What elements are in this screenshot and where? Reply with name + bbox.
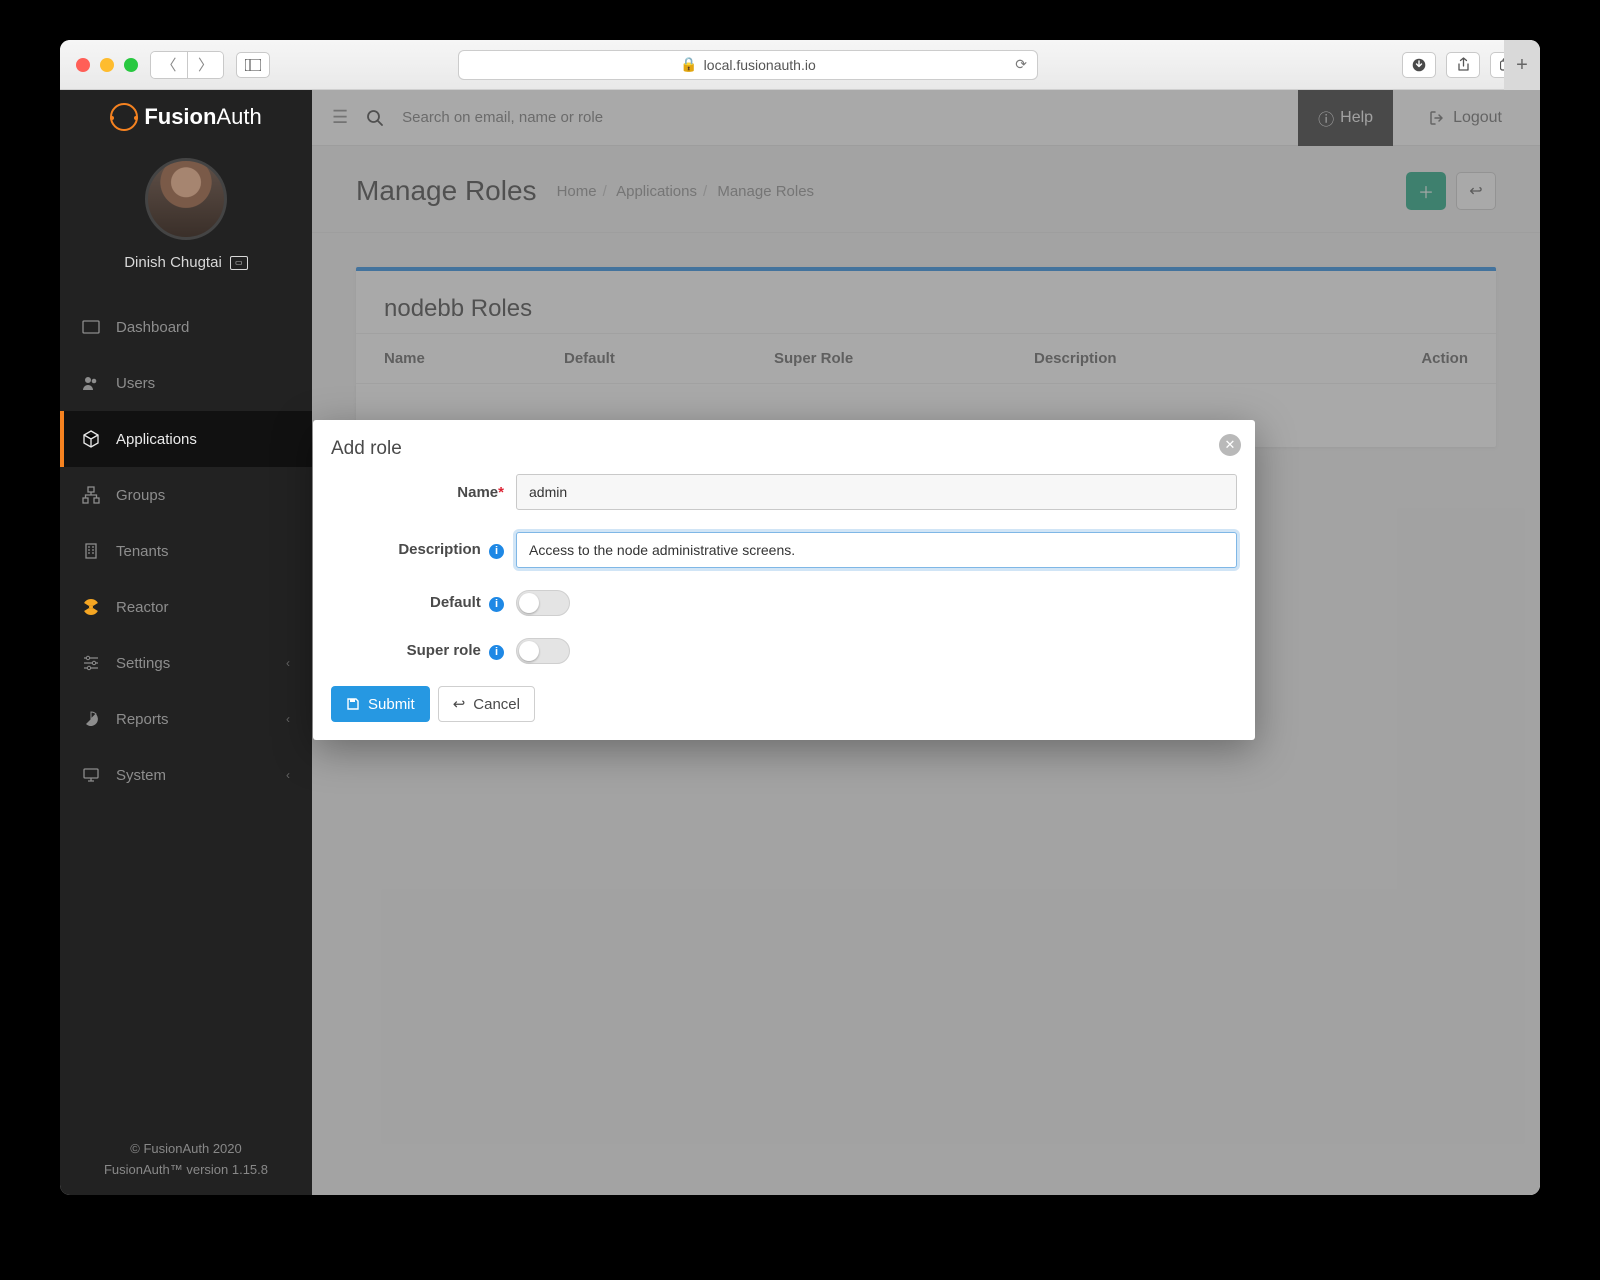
building-icon bbox=[82, 542, 100, 560]
refresh-icon[interactable]: ⟳ bbox=[1015, 56, 1027, 73]
nav-buttons: 〈 〉 bbox=[150, 51, 224, 79]
username: Dinish Chugtai ▭ bbox=[124, 254, 248, 271]
brand-text: FusionAuth bbox=[144, 104, 261, 130]
add-role-modal: ✕ Add role Name* Description i Default i… bbox=[313, 420, 1255, 740]
address-bar[interactable]: 🔒 local.fusionauth.io ⟳ bbox=[458, 50, 1038, 80]
label-default: Default i bbox=[331, 594, 516, 612]
info-icon[interactable]: i bbox=[489, 597, 504, 612]
sidebar-footer: © FusionAuth 2020 FusionAuth™ version 1.… bbox=[60, 1125, 312, 1195]
sidebar-item-tenants[interactable]: Tenants bbox=[60, 523, 312, 579]
modal-title: Add role bbox=[331, 438, 1237, 460]
back-button[interactable]: 〈 bbox=[151, 52, 187, 78]
description-field[interactable] bbox=[516, 532, 1237, 568]
name-field[interactable] bbox=[516, 474, 1237, 510]
version-text: FusionAuth™ version 1.15.8 bbox=[60, 1160, 312, 1181]
sidebar-item-label: Dashboard bbox=[116, 319, 189, 336]
sidebar-item-users[interactable]: Users bbox=[60, 355, 312, 411]
downloads-button[interactable] bbox=[1402, 52, 1436, 78]
chevron-left-icon: ‹ bbox=[286, 712, 290, 726]
save-icon bbox=[346, 697, 360, 711]
forward-button[interactable]: 〉 bbox=[187, 52, 223, 78]
lock-icon: 🔒 bbox=[680, 56, 697, 73]
sidebar-item-label: Settings bbox=[116, 655, 170, 672]
new-tab-button[interactable]: + bbox=[1504, 40, 1540, 90]
chevron-left-icon: ‹ bbox=[286, 768, 290, 782]
minimize-window-icon[interactable] bbox=[100, 58, 114, 72]
submit-label: Submit bbox=[368, 696, 415, 713]
label-description: Description i bbox=[331, 541, 516, 559]
sidebar-item-label: System bbox=[116, 767, 166, 784]
radiation-icon bbox=[82, 598, 100, 616]
sidebar-item-label: Groups bbox=[116, 487, 165, 504]
share-button[interactable] bbox=[1446, 52, 1480, 78]
sidebar-item-label: Tenants bbox=[116, 543, 169, 560]
browser-titlebar: 〈 〉 🔒 local.fusionauth.io ⟳ + bbox=[60, 40, 1540, 90]
brand-mark-icon bbox=[110, 103, 138, 131]
sitemap-icon bbox=[82, 486, 100, 504]
sidebar-item-settings[interactable]: Settings ‹ bbox=[60, 635, 312, 691]
sidebar-item-system[interactable]: System ‹ bbox=[60, 747, 312, 803]
avatar[interactable] bbox=[145, 158, 227, 240]
cancel-button[interactable]: ↩ Cancel bbox=[438, 686, 535, 722]
close-icon[interactable]: ✕ bbox=[1219, 434, 1241, 456]
default-toggle[interactable] bbox=[516, 590, 570, 616]
sidebar-item-applications[interactable]: Applications bbox=[60, 411, 312, 467]
sidebar-item-label: Users bbox=[116, 375, 155, 392]
undo-icon: ↩ bbox=[453, 695, 466, 713]
sliders-icon bbox=[82, 654, 100, 672]
close-window-icon[interactable] bbox=[76, 58, 90, 72]
info-icon[interactable]: i bbox=[489, 544, 504, 559]
sidebar-item-label: Reactor bbox=[116, 599, 169, 616]
sidebar-toggle-button[interactable] bbox=[236, 52, 270, 78]
sidebar-item-reactor[interactable]: Reactor bbox=[60, 579, 312, 635]
copyright-text: © FusionAuth 2020 bbox=[60, 1139, 312, 1160]
chevron-left-icon: ‹ bbox=[286, 656, 290, 670]
id-card-icon[interactable]: ▭ bbox=[230, 256, 248, 270]
label-super-role: Super role i bbox=[331, 642, 516, 660]
submit-button[interactable]: Submit bbox=[331, 686, 430, 722]
label-name: Name* bbox=[331, 484, 516, 501]
brand-logo: FusionAuth bbox=[60, 90, 312, 144]
browser-window: 〈 〉 🔒 local.fusionauth.io ⟳ + bbox=[60, 40, 1540, 1195]
window-controls bbox=[76, 58, 138, 72]
desktop-icon bbox=[82, 766, 100, 784]
info-icon[interactable]: i bbox=[489, 645, 504, 660]
sidebar-item-label: Reports bbox=[116, 711, 169, 728]
sidebar: FusionAuth Dinish Chugtai ▭ Dashboard Us… bbox=[60, 90, 312, 1195]
gauge-icon bbox=[82, 318, 100, 336]
username-text: Dinish Chugtai bbox=[124, 254, 222, 271]
super-role-toggle[interactable] bbox=[516, 638, 570, 664]
maximize-window-icon[interactable] bbox=[124, 58, 138, 72]
sidebar-menu: Dashboard Users Applications Groups Tena… bbox=[60, 299, 312, 803]
sidebar-item-dashboard[interactable]: Dashboard bbox=[60, 299, 312, 355]
pie-chart-icon bbox=[82, 710, 100, 728]
url-text: local.fusionauth.io bbox=[704, 57, 816, 73]
cancel-label: Cancel bbox=[473, 696, 520, 713]
sidebar-item-reports[interactable]: Reports ‹ bbox=[60, 691, 312, 747]
sidebar-item-label: Applications bbox=[116, 431, 197, 448]
cube-icon bbox=[82, 430, 100, 448]
sidebar-item-groups[interactable]: Groups bbox=[60, 467, 312, 523]
users-icon bbox=[82, 374, 100, 392]
